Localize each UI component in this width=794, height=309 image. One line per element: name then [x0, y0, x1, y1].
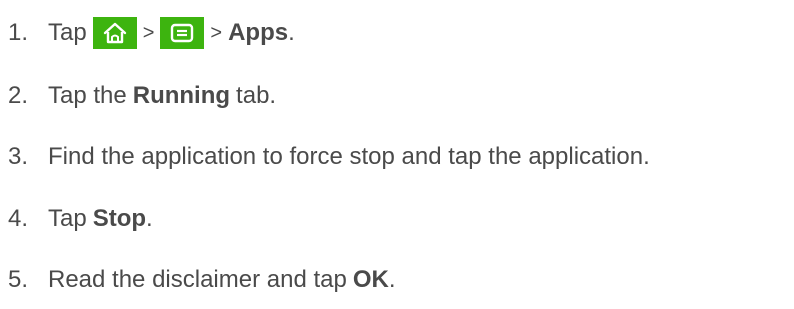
step-number: 4. [8, 205, 29, 232]
step-number: 1. [8, 19, 29, 46]
bold-term: Stop [92, 205, 147, 232]
bold-term: Running [132, 82, 231, 109]
menu-icon [160, 17, 205, 49]
step-4: 4. Tap Stop . [8, 199, 153, 239]
home-icon [92, 17, 137, 49]
step-1: 1. Tap > > Apps . [8, 13, 295, 53]
bold-term: OK [352, 266, 389, 293]
step-suffix: . [146, 205, 153, 232]
bold-term: Apps [228, 19, 289, 46]
step-text: Find the application to force stop and t… [48, 143, 650, 170]
step-text: Tap [48, 205, 87, 232]
step-number: 5. [8, 266, 29, 293]
step-text: Tap the [48, 82, 127, 109]
separator: > [210, 22, 223, 44]
step-suffix: tab. [236, 82, 277, 109]
step-text: Read the disclaimer and tap [48, 266, 347, 293]
step-5: 5. Read the disclaimer and tap OK . [8, 260, 396, 300]
separator: > [142, 22, 155, 44]
step-text: Tap [48, 19, 87, 46]
step-number: 2. [8, 82, 29, 109]
step-3: 3. Find the application to force stop an… [8, 137, 650, 177]
step-2: 2. Tap the Running tab. [8, 76, 276, 116]
step-suffix: . [288, 19, 295, 46]
step-suffix: . [388, 266, 396, 293]
step-number: 3. [8, 143, 29, 170]
